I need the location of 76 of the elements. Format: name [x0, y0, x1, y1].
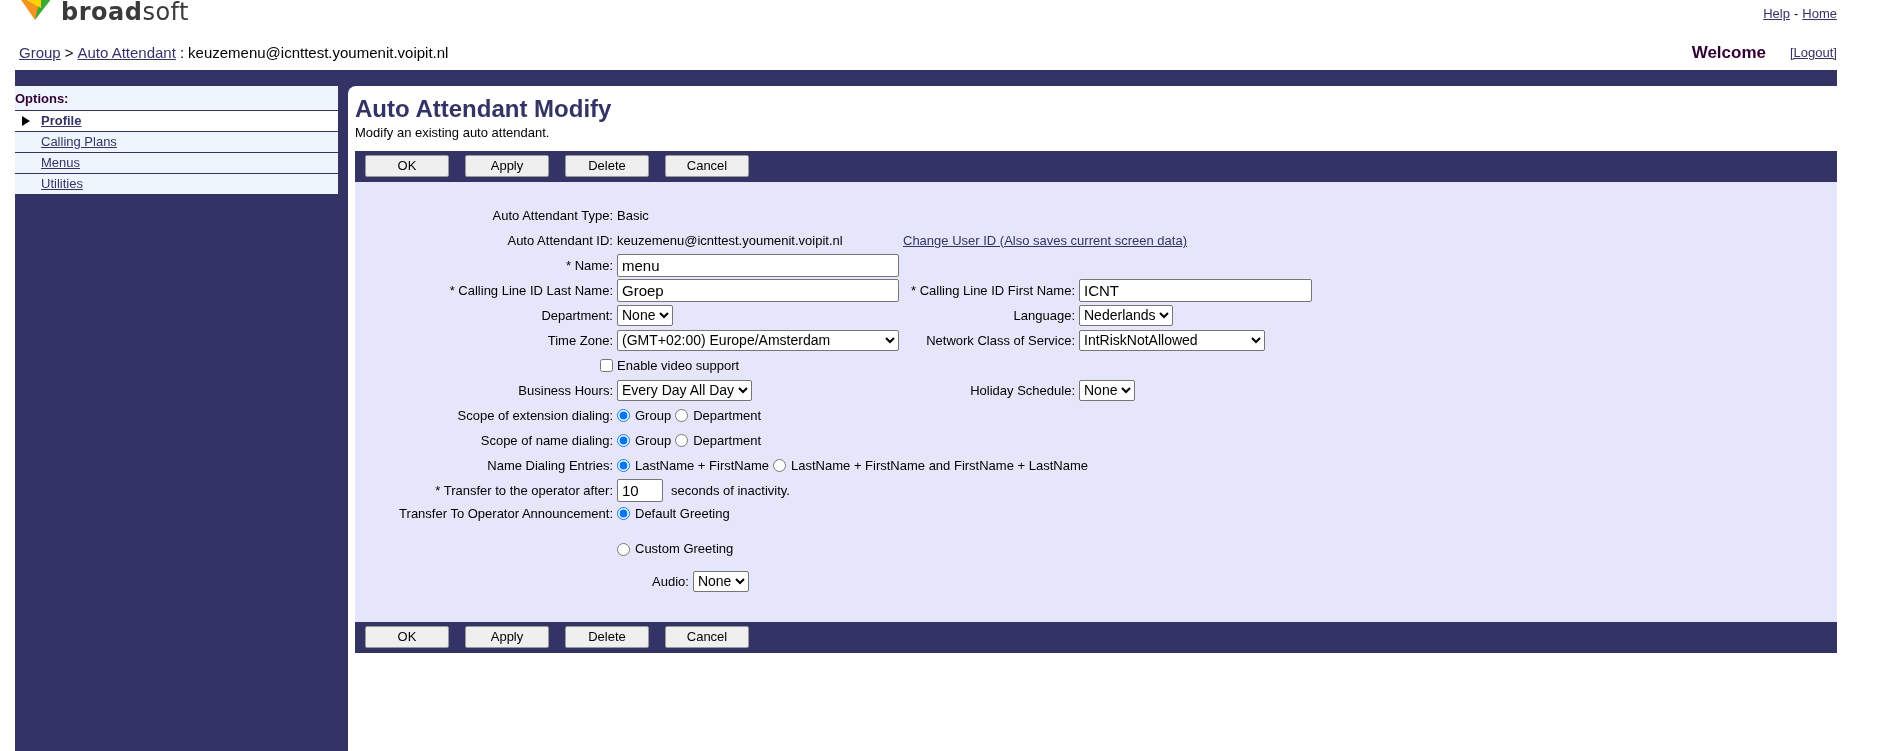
field-label: Network Class of Service:	[925, 331, 1075, 350]
field-suffix: seconds of inactivity.	[671, 481, 790, 500]
breadcrumb-link[interactable]: Auto Attendant	[77, 41, 176, 64]
form-button[interactable]: OK	[365, 625, 449, 648]
header-link[interactable]: Home	[1802, 4, 1837, 24]
radio-label[interactable]: Department	[693, 405, 762, 426]
text-field[interactable]: menu	[617, 253, 899, 277]
form-button[interactable]: OK	[365, 154, 449, 177]
radio-label[interactable]: Default Greeting	[635, 503, 730, 524]
field-label: Auto Attendant Type:	[491, 206, 613, 225]
sidebar-link[interactable]: Profile	[37, 111, 82, 131]
radio-button[interactable]	[617, 458, 630, 472]
form-button[interactable]: Apply	[465, 625, 549, 648]
radio-label[interactable]: Custom Greeting	[635, 539, 734, 559]
checkbox-label: Enable video support	[617, 356, 741, 375]
pointer-icon	[22, 116, 30, 126]
field-label: * Calling Line ID Last Name:	[448, 281, 613, 300]
field-label: Business Hours:	[517, 381, 613, 400]
radio-label[interactable]: Department	[693, 430, 762, 451]
field-label: Scope of name dialing:	[479, 431, 613, 450]
dropdown[interactable]: (GMT+02:00) Europe/Amsterdam	[617, 329, 899, 351]
radio-button[interactable]	[617, 542, 630, 556]
dropdown[interactable]: None	[1079, 379, 1135, 401]
radio-label[interactable]: LastName + FirstName	[635, 455, 769, 476]
dropdown[interactable]: IntRiskNotAllowed	[1079, 329, 1265, 351]
radio-button[interactable]	[617, 507, 630, 521]
field-label: Auto Attendant ID:	[506, 231, 613, 250]
radio-button[interactable]	[617, 433, 630, 447]
sidebar-link[interactable]: Calling Plans	[37, 132, 117, 152]
sidebar-link[interactable]: Utilities	[37, 174, 83, 194]
page-title: Auto Attendant Modify	[355, 94, 613, 124]
radio-label[interactable]: Group	[635, 430, 672, 451]
radio-button[interactable]	[675, 433, 689, 447]
separator-text: -	[1793, 5, 1799, 23]
field-label: * Transfer to the operator after:	[434, 481, 613, 500]
radio-label[interactable]: LastName + FirstName and FirstName + LastName	[791, 455, 1088, 476]
radio-button[interactable]	[773, 458, 786, 472]
radio-button[interactable]	[617, 408, 630, 422]
dropdown[interactable]: Nederlands	[1079, 304, 1173, 326]
radio-button[interactable]	[675, 408, 689, 422]
field-label: Time Zone:	[546, 331, 613, 350]
field-label: Transfer To Operator Announcement:	[398, 504, 613, 523]
field-value: keuzemenu@icnttest.youmenit.voipit.nl	[617, 231, 844, 250]
form-button[interactable]: Delete	[565, 625, 649, 648]
sidebar-link[interactable]: Menus	[37, 153, 81, 173]
field-label: * Calling Line ID First Name:	[910, 281, 1075, 300]
field-label: Name Dialing Entries:	[486, 456, 613, 475]
field-label: Holiday Schedule:	[969, 381, 1075, 400]
breadcrumb-separator: :	[179, 42, 185, 63]
logout-link[interactable]: [Logout]	[1790, 43, 1837, 63]
page-description: Modify an existing auto attendant.	[355, 124, 551, 143]
text-field[interactable]: Groep	[617, 278, 899, 302]
change-user-id-link[interactable]: Change User ID (Also saves current screen data)	[903, 232, 1187, 248]
form-button[interactable]: Delete	[565, 154, 649, 177]
field-value: Basic	[617, 206, 650, 225]
breadcrumb-current: keuzemenu@icnttest.youmenit.voipit.nl	[188, 42, 449, 63]
text-field[interactable]: ICNT	[1079, 278, 1312, 302]
form-button[interactable]: Cancel	[665, 625, 749, 648]
dropdown[interactable]: None	[617, 304, 673, 326]
checkbox[interactable]	[600, 358, 613, 372]
field-label: Department:	[540, 306, 613, 325]
breadcrumb-separator: >	[64, 42, 74, 63]
dropdown[interactable]: None	[692, 570, 749, 592]
breadcrumb-link[interactable]: Group	[19, 41, 61, 64]
field-label: Scope of extension dialing:	[456, 406, 613, 425]
field-label: Audio:	[652, 572, 689, 591]
logo-text: broadsoft	[61, 0, 189, 26]
header-link[interactable]: Help	[1763, 4, 1790, 24]
dropdown[interactable]: Every Day All Day	[617, 379, 752, 401]
radio-label[interactable]: Group	[635, 405, 672, 426]
text-field[interactable]: 10	[617, 478, 663, 502]
field-label: Language:	[1012, 306, 1075, 325]
welcome-text: Welcome	[1691, 42, 1766, 64]
field-label: * Name:	[565, 256, 613, 275]
form-button[interactable]: Cancel	[665, 154, 749, 177]
form-button[interactable]: Apply	[465, 154, 549, 177]
